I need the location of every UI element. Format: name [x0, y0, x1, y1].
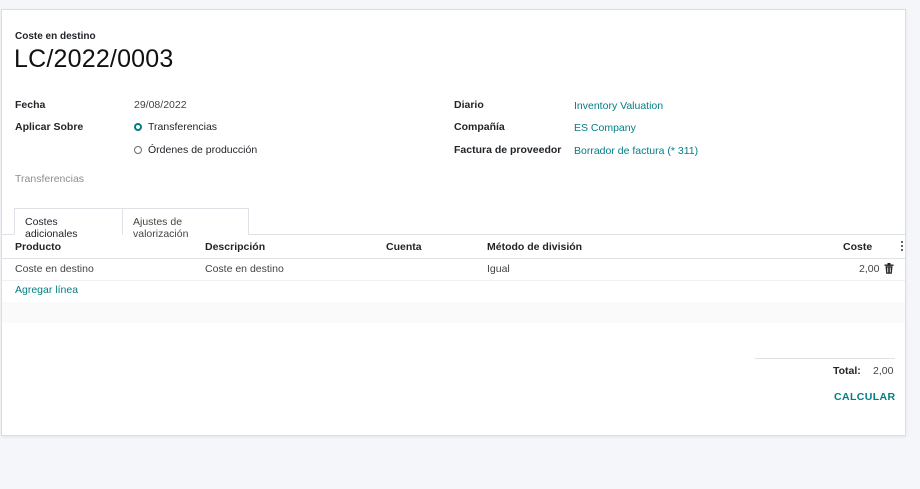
cell-coste[interactable]: 2,00: [859, 263, 879, 275]
optional-columns-icon[interactable]: [900, 241, 904, 253]
total-label: Total:: [833, 365, 861, 377]
aplicar-sobre-label: Aplicar Sobre: [15, 121, 84, 133]
tab-costes-adicionales[interactable]: Costes adicionales: [14, 208, 123, 240]
fecha-field[interactable]: 29/08/2022: [134, 99, 187, 111]
transferencias-field-label: Transferencias: [15, 173, 85, 185]
tab-costes-adicionales-label: Costes adicionales: [25, 216, 78, 240]
form-sheet: Coste en destino LC/2022/0003 Fecha 29/0…: [1, 9, 906, 436]
column-header-coste[interactable]: Coste: [843, 241, 872, 253]
factura-proveedor-label: Factura de proveedor: [454, 144, 562, 156]
diario-label: Diario: [454, 99, 484, 111]
form-subtitle: Coste en destino: [15, 31, 96, 42]
factura-proveedor-link[interactable]: Borrador de factura (* 311): [574, 145, 698, 157]
tab-ajustes-valorizacion-label: Ajustes de valorización: [133, 216, 189, 240]
radio-transferencias[interactable]: [134, 123, 142, 131]
diario-link[interactable]: Inventory Valuation: [574, 100, 663, 112]
column-header-producto[interactable]: Producto: [15, 241, 61, 253]
column-header-metodo-division[interactable]: Método de división: [487, 241, 582, 253]
fecha-label: Fecha: [15, 99, 46, 111]
total-value: 2,00: [873, 365, 894, 377]
totals-divider: [755, 358, 895, 359]
radio-transferencias-label[interactable]: Transferencias: [148, 121, 217, 133]
table-row[interactable]: [2, 259, 905, 279]
delete-row-icon[interactable]: [884, 263, 894, 274]
empty-row: [2, 302, 905, 323]
page-title: LC/2022/0003: [14, 45, 174, 73]
compania-label: Compañía: [454, 121, 505, 133]
tab-ajustes-valorizacion[interactable]: Ajustes de valorización: [122, 208, 249, 240]
cell-producto[interactable]: Coste en destino: [15, 263, 94, 275]
cell-metodo-division[interactable]: Igual: [487, 263, 510, 275]
column-header-descripcion[interactable]: Descripción: [205, 241, 265, 253]
empty-row: [2, 281, 905, 302]
radio-ordenes-produccion[interactable]: [134, 146, 142, 154]
column-header-cuenta[interactable]: Cuenta: [386, 241, 422, 253]
cell-descripcion[interactable]: Coste en destino: [205, 263, 284, 275]
add-line-link[interactable]: Agregar línea: [15, 284, 78, 296]
empty-row: [2, 323, 905, 344]
compania-link[interactable]: ES Company: [574, 122, 636, 134]
radio-ordenes-produccion-label[interactable]: Órdenes de producción: [148, 144, 257, 156]
calcular-button[interactable]: CALCULAR: [834, 391, 896, 403]
